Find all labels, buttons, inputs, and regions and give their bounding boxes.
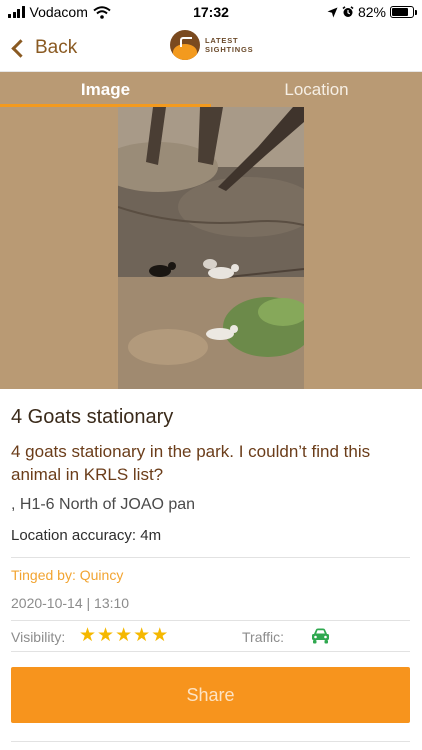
back-label: Back	[35, 37, 78, 58]
sighting-photo[interactable]	[118, 107, 304, 389]
sighting-datetime: 2020-10-14 | 13:10	[11, 595, 130, 611]
logo-text-line1: LATEST	[205, 36, 239, 45]
logo-text: LATEST SIGHTINGS	[205, 36, 253, 54]
sighting-area: , H1-6 North of JOAO pan	[11, 496, 196, 513]
status-bar: Vodacom 17:32 82%	[0, 0, 422, 24]
alarm-icon	[342, 6, 354, 17]
divider	[11, 651, 410, 652]
tab-image[interactable]: Image	[0, 72, 211, 107]
divider	[11, 557, 410, 558]
divider	[11, 741, 410, 742]
star-icon: ★	[151, 625, 169, 646]
battery-level-fill	[392, 8, 409, 16]
star-icon: ★	[79, 625, 97, 646]
car-icon	[312, 628, 329, 644]
star-icon: ★	[97, 625, 115, 646]
battery-percent: 82%	[357, 4, 386, 20]
tab-bar: Image Location	[0, 72, 422, 107]
latest-sightings-logo: LATEST SIGHTINGS	[170, 30, 253, 60]
tinged-by[interactable]: Tinged by: Quincy	[11, 567, 123, 583]
sighting-photo-image	[118, 107, 304, 389]
location-accuracy: Location accuracy: 4m	[11, 527, 162, 544]
location-arrow-icon	[327, 7, 338, 17]
nav-bar: Back LATEST SIGHTINGS	[0, 24, 422, 72]
traffic-label: Traffic:	[242, 629, 285, 645]
visibility-rating: ★ ★ ★ ★ ★	[79, 626, 168, 646]
logo-text-line2: SIGHTINGS	[205, 45, 254, 54]
back-button[interactable]: Back	[10, 32, 77, 64]
tab-location[interactable]: Location	[211, 72, 422, 107]
divider	[11, 620, 410, 621]
photo-area	[0, 107, 422, 389]
sighting-description: 4 goats stationary in the park. I couldn…	[11, 442, 371, 484]
visibility-label: Visibility:	[11, 629, 66, 645]
status-right: 82%	[327, 4, 417, 20]
star-icon: ★	[133, 625, 151, 646]
share-button[interactable]: Share	[11, 667, 410, 723]
sighting-title: 4 Goats stationary	[11, 406, 174, 428]
logo-mark-icon	[170, 30, 200, 60]
star-icon: ★	[115, 625, 133, 646]
chevron-left-icon	[11, 38, 30, 58]
battery-icon	[390, 6, 417, 18]
